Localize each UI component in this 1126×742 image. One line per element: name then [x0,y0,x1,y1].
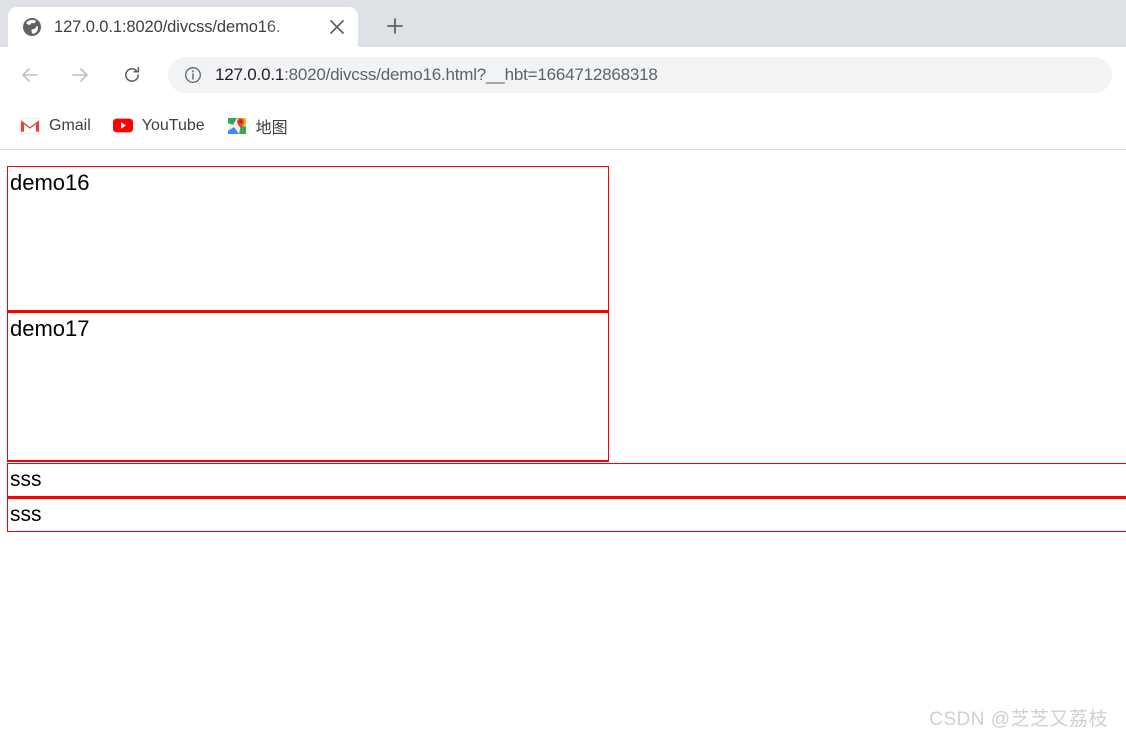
tab-title: 127.0.0.1:8020/divcss/demo16. [54,17,281,36]
demo16-box: demo16 [7,166,609,312]
google-maps-icon [227,116,247,136]
gmail-icon [20,116,40,136]
forward-arrow-icon[interactable] [62,57,98,93]
demo16-text: demo16 [10,170,90,195]
demo17-text: demo17 [10,316,90,341]
bookmark-label: YouTube [141,116,205,134]
bookmarks-bar: Gmail YouTube 地图 [0,102,1126,150]
youtube-icon [112,116,133,136]
address-bar-text: 127.0.0.1:8020/divcss/demo16.html?__hbt=… [215,65,658,85]
bookmark-gmail[interactable]: Gmail [12,111,99,141]
sss-box-second: sss [7,498,1126,532]
close-icon[interactable] [324,14,350,40]
url-host: 127.0.0.1 [215,64,285,84]
reload-icon[interactable] [114,57,150,93]
browser-toolbar: 127.0.0.1:8020/divcss/demo16.html?__hbt=… [0,47,1126,102]
back-arrow-icon[interactable] [12,57,48,93]
page-viewport: demo16 demo17 sss sss CSDN @芝芝又荔枝 [0,150,1126,741]
new-tab-button[interactable] [378,9,412,43]
demo17-box: demo17 [7,312,609,462]
bookmark-maps[interactable]: 地图 [219,111,296,141]
tab-strip: 127.0.0.1:8020/divcss/demo16. [0,0,1126,47]
plus-icon [387,18,403,34]
url-path: :8020/divcss/demo16.html?__hbt=166471286… [284,64,658,84]
sss-box-first: sss [7,463,1126,498]
browser-window: 127.0.0.1:8020/divcss/demo16. 127.0.0.1:… [0,0,1126,742]
bookmark-label: Gmail [49,116,91,134]
bookmark-label: 地图 [255,119,288,137]
browser-tab[interactable]: 127.0.0.1:8020/divcss/demo16. [8,7,358,47]
sss-text: sss [10,468,42,491]
info-circle-icon[interactable] [184,66,202,84]
globe-icon [22,17,42,37]
csdn-watermark: CSDN @芝芝又荔枝 [929,709,1108,730]
address-bar[interactable]: 127.0.0.1:8020/divcss/demo16.html?__hbt=… [168,56,1112,93]
bookmark-youtube[interactable]: YouTube [105,111,213,141]
sss-text: sss [10,503,42,526]
